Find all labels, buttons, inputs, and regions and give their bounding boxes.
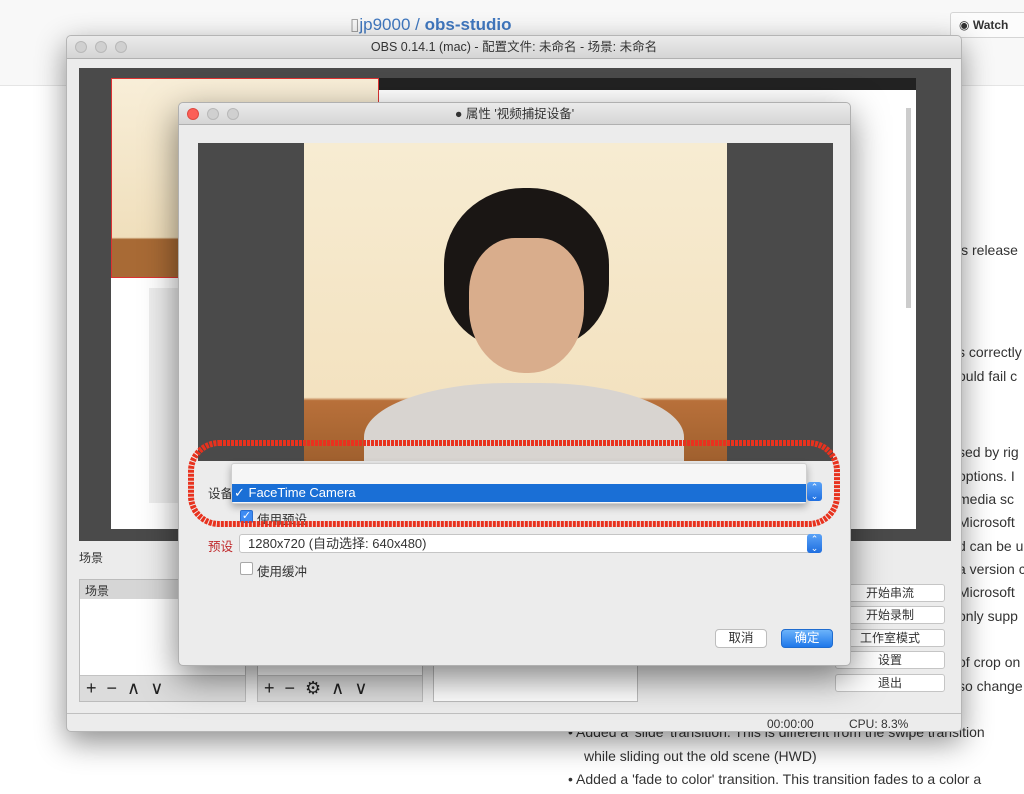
watch-button[interactable]: ◉ Watch (950, 12, 1024, 38)
use-buffer-label: 使用缓冲 (257, 565, 308, 579)
cpu-display: CPU: 8.3% (849, 717, 909, 731)
repo-title: ▯jp9000 / obs-studio (350, 15, 512, 35)
book-icon: ▯ (350, 15, 360, 34)
use-preset-label: 使用预设 (257, 513, 308, 527)
gear-icon[interactable]: ⚙ (305, 676, 321, 701)
zoom-button[interactable] (227, 108, 239, 120)
owner-link[interactable]: jp9000 (359, 15, 410, 34)
device-option-facetime[interactable]: ✓ FaceTime Camera (232, 484, 806, 502)
captured-menubar (379, 78, 916, 90)
scene-down-button[interactable]: ∨ (150, 676, 163, 701)
use-preset-checkbox[interactable]: ✓ (240, 510, 253, 523)
shirt (364, 383, 684, 461)
release-note-fragment: Microsoft (958, 584, 1015, 600)
preset-select[interactable]: 1280x720 (自动选择: 640x480) (239, 534, 822, 553)
separator: / (415, 15, 420, 34)
studio-mode-button[interactable]: 工作室模式 (835, 629, 945, 647)
source-down-button[interactable]: ∨ (354, 676, 367, 701)
release-note-fragment: ould fail c (958, 368, 1018, 384)
release-note-fragment: is release (958, 242, 1018, 258)
properties-dialog: ● 属性 '视频捕捉设备' 设备 ✓ FaceTime Camera ⌃ ⌄ ✓ … (178, 102, 851, 666)
release-note-fragment: so change (958, 678, 1023, 694)
dialog-titlebar: ● 属性 '视频捕捉设备' (179, 103, 850, 125)
preset-stepper-icon[interactable]: ⌃ ⌄ (807, 534, 822, 553)
scenes-label: 场景 (79, 551, 104, 565)
device-label: 设备 (208, 487, 234, 501)
release-note-fragment: Microsoft (958, 514, 1015, 530)
cancel-button[interactable]: 取消 (715, 629, 767, 648)
device-stepper-icon[interactable]: ⌃ ⌄ (807, 482, 822, 501)
release-note-line: • Added a 'fade to color' transition. Th… (568, 771, 982, 787)
camera-preview (198, 143, 833, 461)
release-note-fragment: a version c (958, 561, 1024, 577)
release-note-fragment: d can be u (958, 538, 1024, 554)
start-recording-button[interactable]: 开始录制 (835, 606, 945, 624)
exit-button[interactable]: 退出 (835, 674, 945, 692)
device-dropdown-menu[interactable]: ✓ FaceTime Camera (231, 463, 807, 504)
obs-title: OBS 0.14.1 (mac) - 配置文件: 未命名 - 场景: 未命名 (370, 40, 658, 54)
minimize-button[interactable] (207, 108, 219, 120)
ok-button[interactable]: 确定 (781, 629, 833, 648)
release-note-fragment: of crop on (958, 654, 1021, 670)
captured-scrollbar (906, 108, 911, 308)
obs-logo-icon: ● (454, 107, 463, 121)
add-source-button[interactable]: + (264, 676, 275, 701)
source-up-button[interactable]: ∧ (331, 676, 344, 701)
time-display: 00:00:00 (767, 717, 814, 731)
use-buffer-checkbox[interactable] (240, 562, 253, 575)
remove-source-button[interactable]: − (285, 676, 296, 701)
scene-up-button[interactable]: ∧ (127, 676, 140, 701)
release-note-fragment: media sc (958, 491, 1015, 507)
settings-button[interactable]: 设置 (835, 651, 945, 669)
preset-label: 预设 (208, 540, 234, 554)
status-bar: 00:00:00 CPU: 8.3% (67, 713, 961, 732)
repo-link[interactable]: obs-studio (425, 15, 512, 34)
release-note-fragment: options. I (958, 468, 1015, 484)
release-note-fragment: sed by rig (958, 444, 1019, 460)
remove-scene-button[interactable]: − (107, 676, 118, 701)
release-note-fragment: s correctly (958, 344, 1022, 360)
dialog-title: 属性 '视频捕捉设备' (465, 107, 575, 121)
face (469, 238, 584, 373)
preset-value: 1280x720 (自动选择: 640x480) (248, 536, 427, 551)
obs-titlebar: OBS 0.14.1 (mac) - 配置文件: 未命名 - 场景: 未命名 (67, 36, 961, 59)
minimize-button[interactable] (95, 41, 107, 53)
add-scene-button[interactable]: + (86, 676, 97, 701)
zoom-button[interactable] (115, 41, 127, 53)
close-button[interactable] (75, 41, 87, 53)
camera-image (304, 143, 727, 461)
watch-label: Watch (972, 18, 1009, 32)
release-note-fragment: only supp (958, 608, 1018, 624)
start-streaming-button[interactable]: 开始串流 (835, 584, 945, 602)
eye-icon: ◉ (959, 18, 970, 32)
close-button[interactable] (187, 108, 199, 120)
release-note-line: while sliding out the old scene (HWD) (584, 748, 817, 764)
